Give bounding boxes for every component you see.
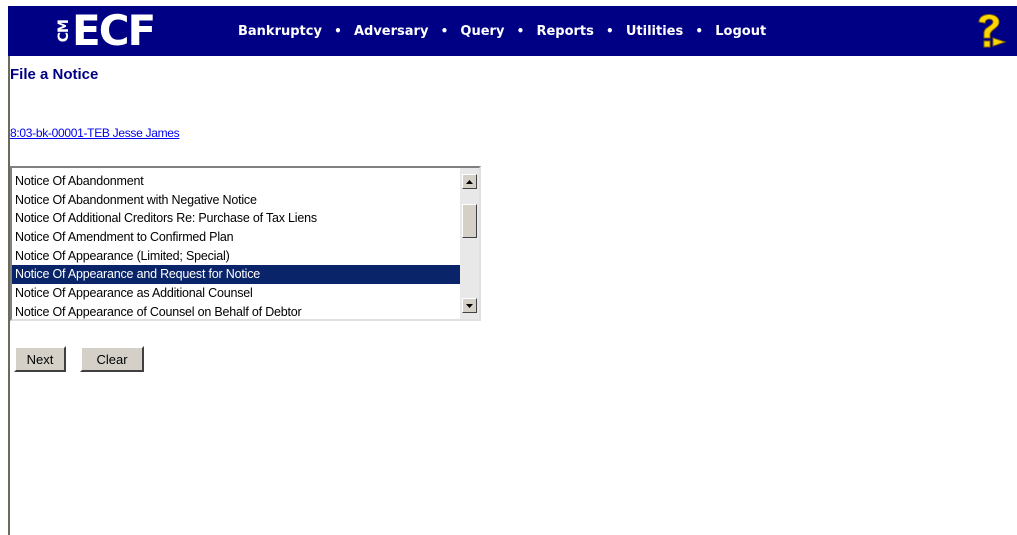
nav-utilities[interactable]: Utilities xyxy=(626,24,683,39)
listbox-options: Notice Of Abandonment Notice Of Abandonm… xyxy=(12,172,460,322)
list-item[interactable]: Notice Of Appearance as Additional Couns… xyxy=(12,284,460,303)
scroll-up-button[interactable] xyxy=(462,174,477,189)
arrow-up-icon xyxy=(466,179,473,184)
logo-prefix: CM xyxy=(56,19,72,43)
list-item[interactable]: Notice Of Abandonment with Negative Noti… xyxy=(12,191,460,210)
scroll-thumb[interactable] xyxy=(462,204,477,238)
nav-separator: • xyxy=(516,24,525,38)
list-item[interactable]: Notice Of Additional Creditors Re: Purch… xyxy=(12,209,460,228)
main-menu: Bankruptcy • Adversary • Query • Reports… xyxy=(238,6,766,56)
listbox-scrollbar[interactable] xyxy=(460,168,479,319)
top-navigation-bar: CM ECF Bankruptcy • Adversary • Query • … xyxy=(8,6,1017,56)
page-title: File a Notice xyxy=(10,66,99,83)
case-number-link[interactable]: 8:03-bk-00001-TEB Jesse James xyxy=(10,126,180,140)
list-item-selected[interactable]: Notice Of Appearance and Request for Not… xyxy=(12,265,460,285)
scroll-down-button[interactable] xyxy=(462,298,477,313)
list-item[interactable]: Notice Of Abandonment xyxy=(12,172,460,191)
list-item[interactable]: Notice Of Appearance of Counsel on Behal… xyxy=(12,303,460,322)
cmecf-logo: CM ECF xyxy=(56,6,156,56)
list-item[interactable]: Notice Of Appearance (Limited; Special) xyxy=(12,247,460,266)
nav-separator: • xyxy=(440,24,449,38)
nav-separator: • xyxy=(606,24,614,38)
nav-bankruptcy[interactable]: Bankruptcy xyxy=(238,24,322,39)
nav-query[interactable]: Query xyxy=(460,24,504,39)
nav-logout[interactable]: Logout xyxy=(715,24,766,39)
list-item[interactable]: Notice Of Amendment to Confirmed Plan xyxy=(12,228,460,247)
next-button[interactable]: Next xyxy=(14,346,66,372)
arrow-down-icon xyxy=(466,303,473,308)
help-question-icon[interactable] xyxy=(971,10,1007,50)
nav-separator: • xyxy=(695,24,704,38)
nav-reports[interactable]: Reports xyxy=(536,24,593,39)
clear-button[interactable]: Clear xyxy=(80,346,144,372)
notice-event-listbox[interactable]: Notice Of Abandonment Notice Of Abandonm… xyxy=(10,166,481,321)
nav-adversary[interactable]: Adversary xyxy=(354,24,428,39)
logo-text: ECF xyxy=(72,6,156,55)
nav-separator: • xyxy=(334,24,342,38)
